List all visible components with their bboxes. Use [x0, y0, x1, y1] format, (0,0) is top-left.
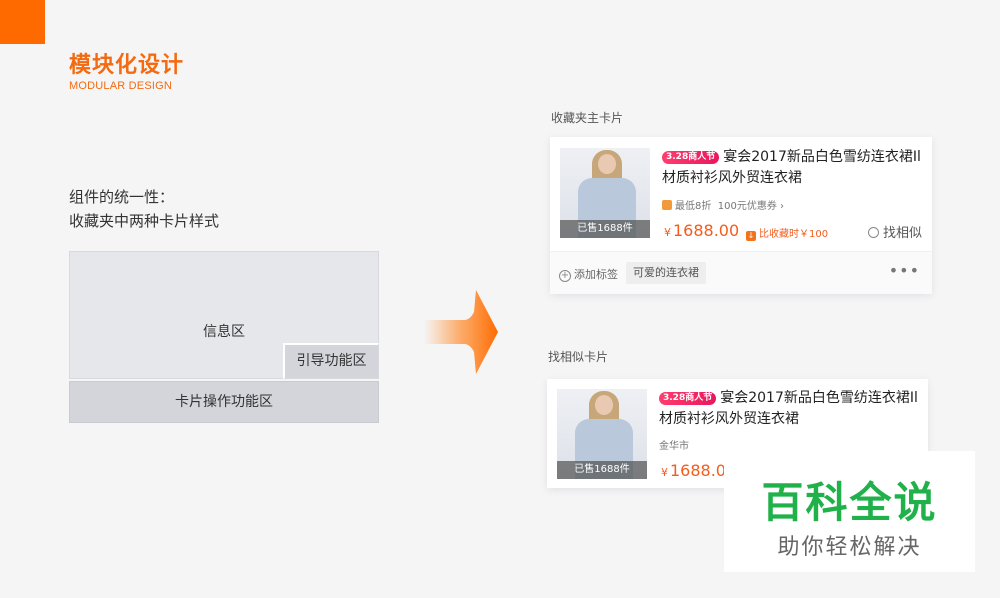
find-similar-label: 找相似 — [882, 226, 922, 241]
coupon-icon — [662, 200, 672, 210]
price-value: 1688.00 — [673, 221, 740, 240]
price-symbol: ¥ — [664, 226, 671, 239]
watermark-main: 百科全说 — [761, 478, 938, 527]
page-subtitle: MODULAR DESIGN — [69, 80, 173, 92]
seller-location: 金华市 — [659, 441, 689, 452]
module-diagram: 信息区 引导功能区 卡片操作功能区 — [69, 251, 379, 423]
diagram-guide-area: 引导功能区 — [283, 343, 379, 379]
sold-count: 已售1688件 — [560, 220, 650, 238]
tag-chip[interactable]: 可爱的连衣裙 — [626, 262, 706, 284]
add-tag-button[interactable]: + 添加标签 — [559, 266, 618, 282]
product-title[interactable]: 3.28商人节 宴会2017新品白色雪纺连衣裙Il 材质衬衫风外贸连衣裙 — [662, 147, 924, 189]
diagram-action-area: 卡片操作功能区 — [69, 381, 379, 423]
search-icon — [867, 227, 879, 238]
product-title-line-1: 宴会2017新品白色雪纺连衣裙Il — [720, 390, 918, 406]
promo-badge: 3.28商人节 — [662, 151, 720, 164]
description-line-2: 收藏夹中两种卡片样式 — [69, 212, 220, 230]
product-image[interactable]: 已售1688件 — [557, 389, 647, 479]
product-image[interactable]: 已售1688件 — [560, 148, 650, 238]
more-options-icon[interactable]: ••• — [889, 263, 920, 279]
watermark-sub: 助你轻松解决 — [777, 535, 922, 560]
product-title-line-1: 宴会2017新品白色雪纺连衣裙Il — [723, 149, 921, 165]
card-action-bar: + 添加标签 可爱的连衣裙 ••• — [550, 251, 932, 294]
price-symbol: ¥ — [661, 466, 668, 479]
page-title: 模块化设计 — [69, 53, 185, 78]
similar-card-section-label: 找相似卡片 — [548, 350, 609, 364]
description-line-1: 组件的统一性： — [69, 188, 175, 206]
coupon-text: 100元优惠券 — [717, 201, 777, 212]
sold-count: 已售1688件 — [557, 461, 647, 479]
arrow-right-icon — [424, 290, 498, 374]
watermark-logo: 百科全说 助你轻松解决 — [724, 451, 975, 572]
main-card-section-label: 收藏夹主卡片 — [551, 111, 624, 125]
price-drop: ↓ 比收藏时￥100 — [746, 225, 828, 241]
add-tag-label: 添加标签 — [574, 268, 618, 281]
product-title[interactable]: 3.28商人节 宴会2017新品白色雪纺连衣裙Il 材质衬衫风外贸连衣裙 — [659, 388, 921, 430]
promo-badge: 3.28商人节 — [659, 392, 717, 405]
price-value: 1688.0 — [670, 461, 726, 480]
product-price: ¥1688.0 — [661, 461, 726, 480]
plus-icon: + — [559, 270, 571, 282]
price-drop-text: 比收藏时￥100 — [759, 229, 829, 240]
description: 组件的统一性： 收藏夹中两种卡片样式 — [69, 185, 219, 233]
product-title-line-2: 材质衬衫风外贸连衣裙 — [659, 411, 799, 427]
discount-text: 最低8折 — [675, 201, 712, 212]
diagram-info-label: 信息区 — [203, 324, 245, 340]
find-similar-button[interactable]: 找相似 — [867, 222, 922, 241]
product-price: ¥1688.00 — [664, 221, 739, 240]
chevron-right-icon: › — [780, 201, 785, 212]
corner-accent — [0, 0, 45, 44]
arrow-down-icon: ↓ — [746, 231, 756, 241]
product-title-line-2: 材质衬衫风外贸连衣裙 — [662, 170, 802, 186]
favorite-main-card[interactable]: 已售1688件 3.28商人节 宴会2017新品白色雪纺连衣裙Il 材质衬衫风外贸… — [550, 137, 932, 294]
coupon-info[interactable]: 最低8折 100元优惠券 › — [662, 197, 784, 212]
